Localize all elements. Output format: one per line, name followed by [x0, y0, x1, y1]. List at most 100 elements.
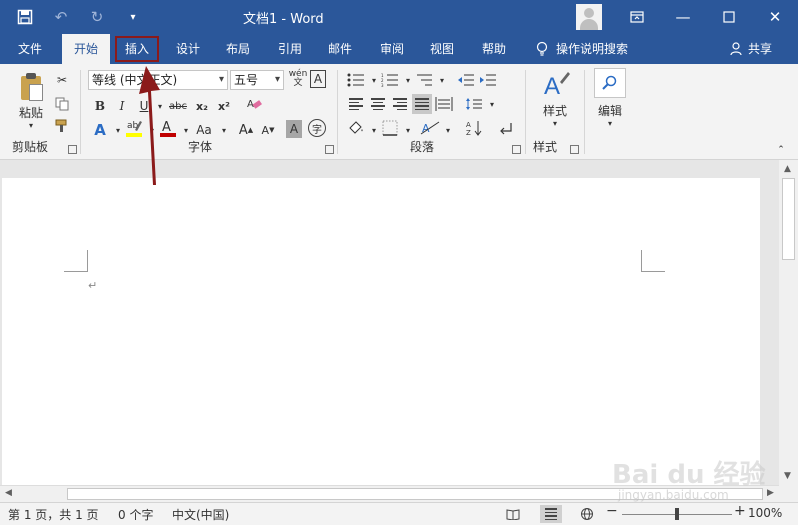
- font-color-icon[interactable]: A: [158, 118, 178, 138]
- maximize-icon[interactable]: [706, 0, 752, 34]
- bullets-icon[interactable]: [346, 70, 366, 90]
- close-icon[interactable]: ✕: [752, 0, 798, 34]
- collapse-ribbon-icon[interactable]: ⌃: [774, 144, 788, 156]
- scroll-right-icon[interactable]: ▶: [767, 488, 774, 498]
- show-marks-icon[interactable]: [496, 118, 516, 138]
- tell-me-box[interactable]: 操作说明搜索: [536, 34, 628, 64]
- share-button[interactable]: 共享: [730, 34, 772, 64]
- numbering-icon[interactable]: 123: [380, 70, 400, 90]
- scroll-down-icon[interactable]: ▼: [784, 471, 791, 481]
- chevron-down-icon[interactable]: ▾: [150, 96, 170, 116]
- font-name-value: 等线 (中文正文): [92, 73, 178, 87]
- styles-button[interactable]: A 样式 ▾: [534, 70, 576, 134]
- italic-button[interactable]: I: [112, 96, 132, 116]
- tab-help[interactable]: 帮助: [472, 34, 516, 64]
- borders-icon[interactable]: [380, 118, 400, 138]
- styles-launcher-icon[interactable]: [570, 145, 579, 154]
- change-case-button[interactable]: Aa: [194, 120, 214, 140]
- grow-font-button[interactable]: A ▲: [236, 120, 256, 140]
- multilevel-list-icon[interactable]: [414, 70, 434, 90]
- bold-button[interactable]: B: [90, 96, 110, 116]
- chevron-down-icon[interactable]: ▾: [482, 94, 502, 114]
- char-border-icon[interactable]: A: [310, 70, 326, 88]
- language-indicator[interactable]: 中文(中国): [172, 506, 229, 523]
- text-effects-icon[interactable]: A: [90, 120, 110, 140]
- chevron-down-icon[interactable]: ▾: [432, 70, 452, 90]
- search-icon: [594, 68, 626, 98]
- paste-label: 粘贴: [18, 106, 43, 120]
- tab-layout[interactable]: 布局: [216, 34, 260, 64]
- word-count[interactable]: 0 个字: [118, 506, 153, 523]
- chinese-layout-icon[interactable]: A: [420, 118, 440, 138]
- ribbon-display-options-icon[interactable]: [614, 0, 660, 34]
- tab-insert[interactable]: 插入: [113, 34, 161, 64]
- redo-icon[interactable]: ↻: [86, 6, 108, 28]
- distributed-icon[interactable]: [434, 94, 454, 114]
- customize-qat-icon[interactable]: ▾: [122, 6, 144, 28]
- paste-button[interactable]: 粘贴 ▾: [14, 70, 48, 134]
- char-shading-button[interactable]: A: [286, 120, 302, 138]
- page-count[interactable]: 第 1 页，共 1 页: [8, 506, 99, 523]
- line-spacing-icon[interactable]: [464, 94, 484, 114]
- tab-home[interactable]: 开始: [62, 34, 110, 64]
- shading-icon[interactable]: [346, 118, 366, 138]
- enclose-chars-icon[interactable]: 字: [308, 119, 326, 137]
- crop-mark: [641, 250, 665, 272]
- chevron-down-icon[interactable]: ▾: [214, 120, 234, 140]
- chevron-down-icon[interactable]: ▾: [438, 120, 458, 140]
- account-avatar[interactable]: [576, 4, 602, 30]
- cut-icon[interactable]: ✂: [52, 70, 72, 90]
- group-separator: [80, 70, 81, 154]
- tab-file[interactable]: 文件: [8, 34, 52, 64]
- highlight-icon[interactable]: ab: [124, 118, 144, 138]
- sort-icon[interactable]: AZ: [464, 118, 484, 138]
- shrink-font-button[interactable]: A ▼: [258, 120, 278, 140]
- web-layout-icon[interactable]: [576, 505, 598, 523]
- zoom-out-icon[interactable]: −: [606, 503, 618, 519]
- undo-icon[interactable]: ↶: [50, 6, 72, 28]
- zoom-level[interactable]: 100%: [748, 506, 782, 520]
- document-page[interactable]: ↵: [2, 178, 760, 485]
- phonetic-guide-icon[interactable]: wén 文: [288, 69, 308, 89]
- editing-button[interactable]: 编辑 ▾: [592, 68, 628, 138]
- format-painter-icon[interactable]: [52, 116, 72, 136]
- scroll-corner: [779, 485, 798, 502]
- read-mode-icon[interactable]: [502, 505, 524, 523]
- scroll-up-icon[interactable]: ▲: [784, 164, 791, 174]
- increase-indent-icon[interactable]: [478, 70, 498, 90]
- scroll-left-icon[interactable]: ◀: [5, 488, 12, 498]
- strikethrough-button[interactable]: abc: [168, 96, 188, 116]
- subscript-button[interactable]: x₂: [192, 96, 212, 116]
- font-name-combo[interactable]: 等线 (中文正文) ▾: [88, 70, 228, 90]
- svg-text:3: 3: [381, 83, 384, 87]
- zoom-in-icon[interactable]: +: [734, 503, 746, 519]
- vertical-scroll-thumb[interactable]: [782, 178, 795, 260]
- save-icon[interactable]: [14, 6, 36, 28]
- superscript-button[interactable]: x²: [214, 96, 234, 116]
- paragraph-group-label: 段落: [410, 140, 435, 154]
- clear-format-icon[interactable]: A: [244, 94, 264, 114]
- font-size-combo[interactable]: 五号 ▾: [230, 70, 284, 90]
- tab-design[interactable]: 设计: [166, 34, 210, 64]
- print-layout-icon[interactable]: [540, 505, 562, 523]
- chevron-down-icon[interactable]: ▾: [398, 120, 418, 140]
- decrease-indent-icon[interactable]: [456, 70, 476, 90]
- tab-review[interactable]: 审阅: [370, 34, 414, 64]
- copy-icon[interactable]: [52, 94, 72, 114]
- align-left-icon[interactable]: [346, 94, 366, 114]
- clipboard-launcher-icon[interactable]: [68, 145, 77, 154]
- minimize-icon[interactable]: —: [660, 0, 706, 34]
- font-launcher-icon[interactable]: [325, 145, 334, 154]
- document-canvas: ↵: [0, 160, 779, 485]
- tab-view[interactable]: 视图: [420, 34, 464, 64]
- clipboard-icon: [19, 72, 43, 102]
- zoom-slider-thumb[interactable]: [675, 508, 679, 520]
- align-right-icon[interactable]: [390, 94, 410, 114]
- chevron-down-icon[interactable]: ▾: [176, 120, 196, 140]
- tab-mailings[interactable]: 邮件: [318, 34, 362, 64]
- paragraph-launcher-icon[interactable]: [512, 145, 521, 154]
- align-center-icon[interactable]: [368, 94, 388, 114]
- justify-icon[interactable]: [412, 94, 432, 114]
- vertical-scrollbar[interactable]: ▲ ▼: [779, 160, 798, 485]
- tab-references[interactable]: 引用: [268, 34, 312, 64]
